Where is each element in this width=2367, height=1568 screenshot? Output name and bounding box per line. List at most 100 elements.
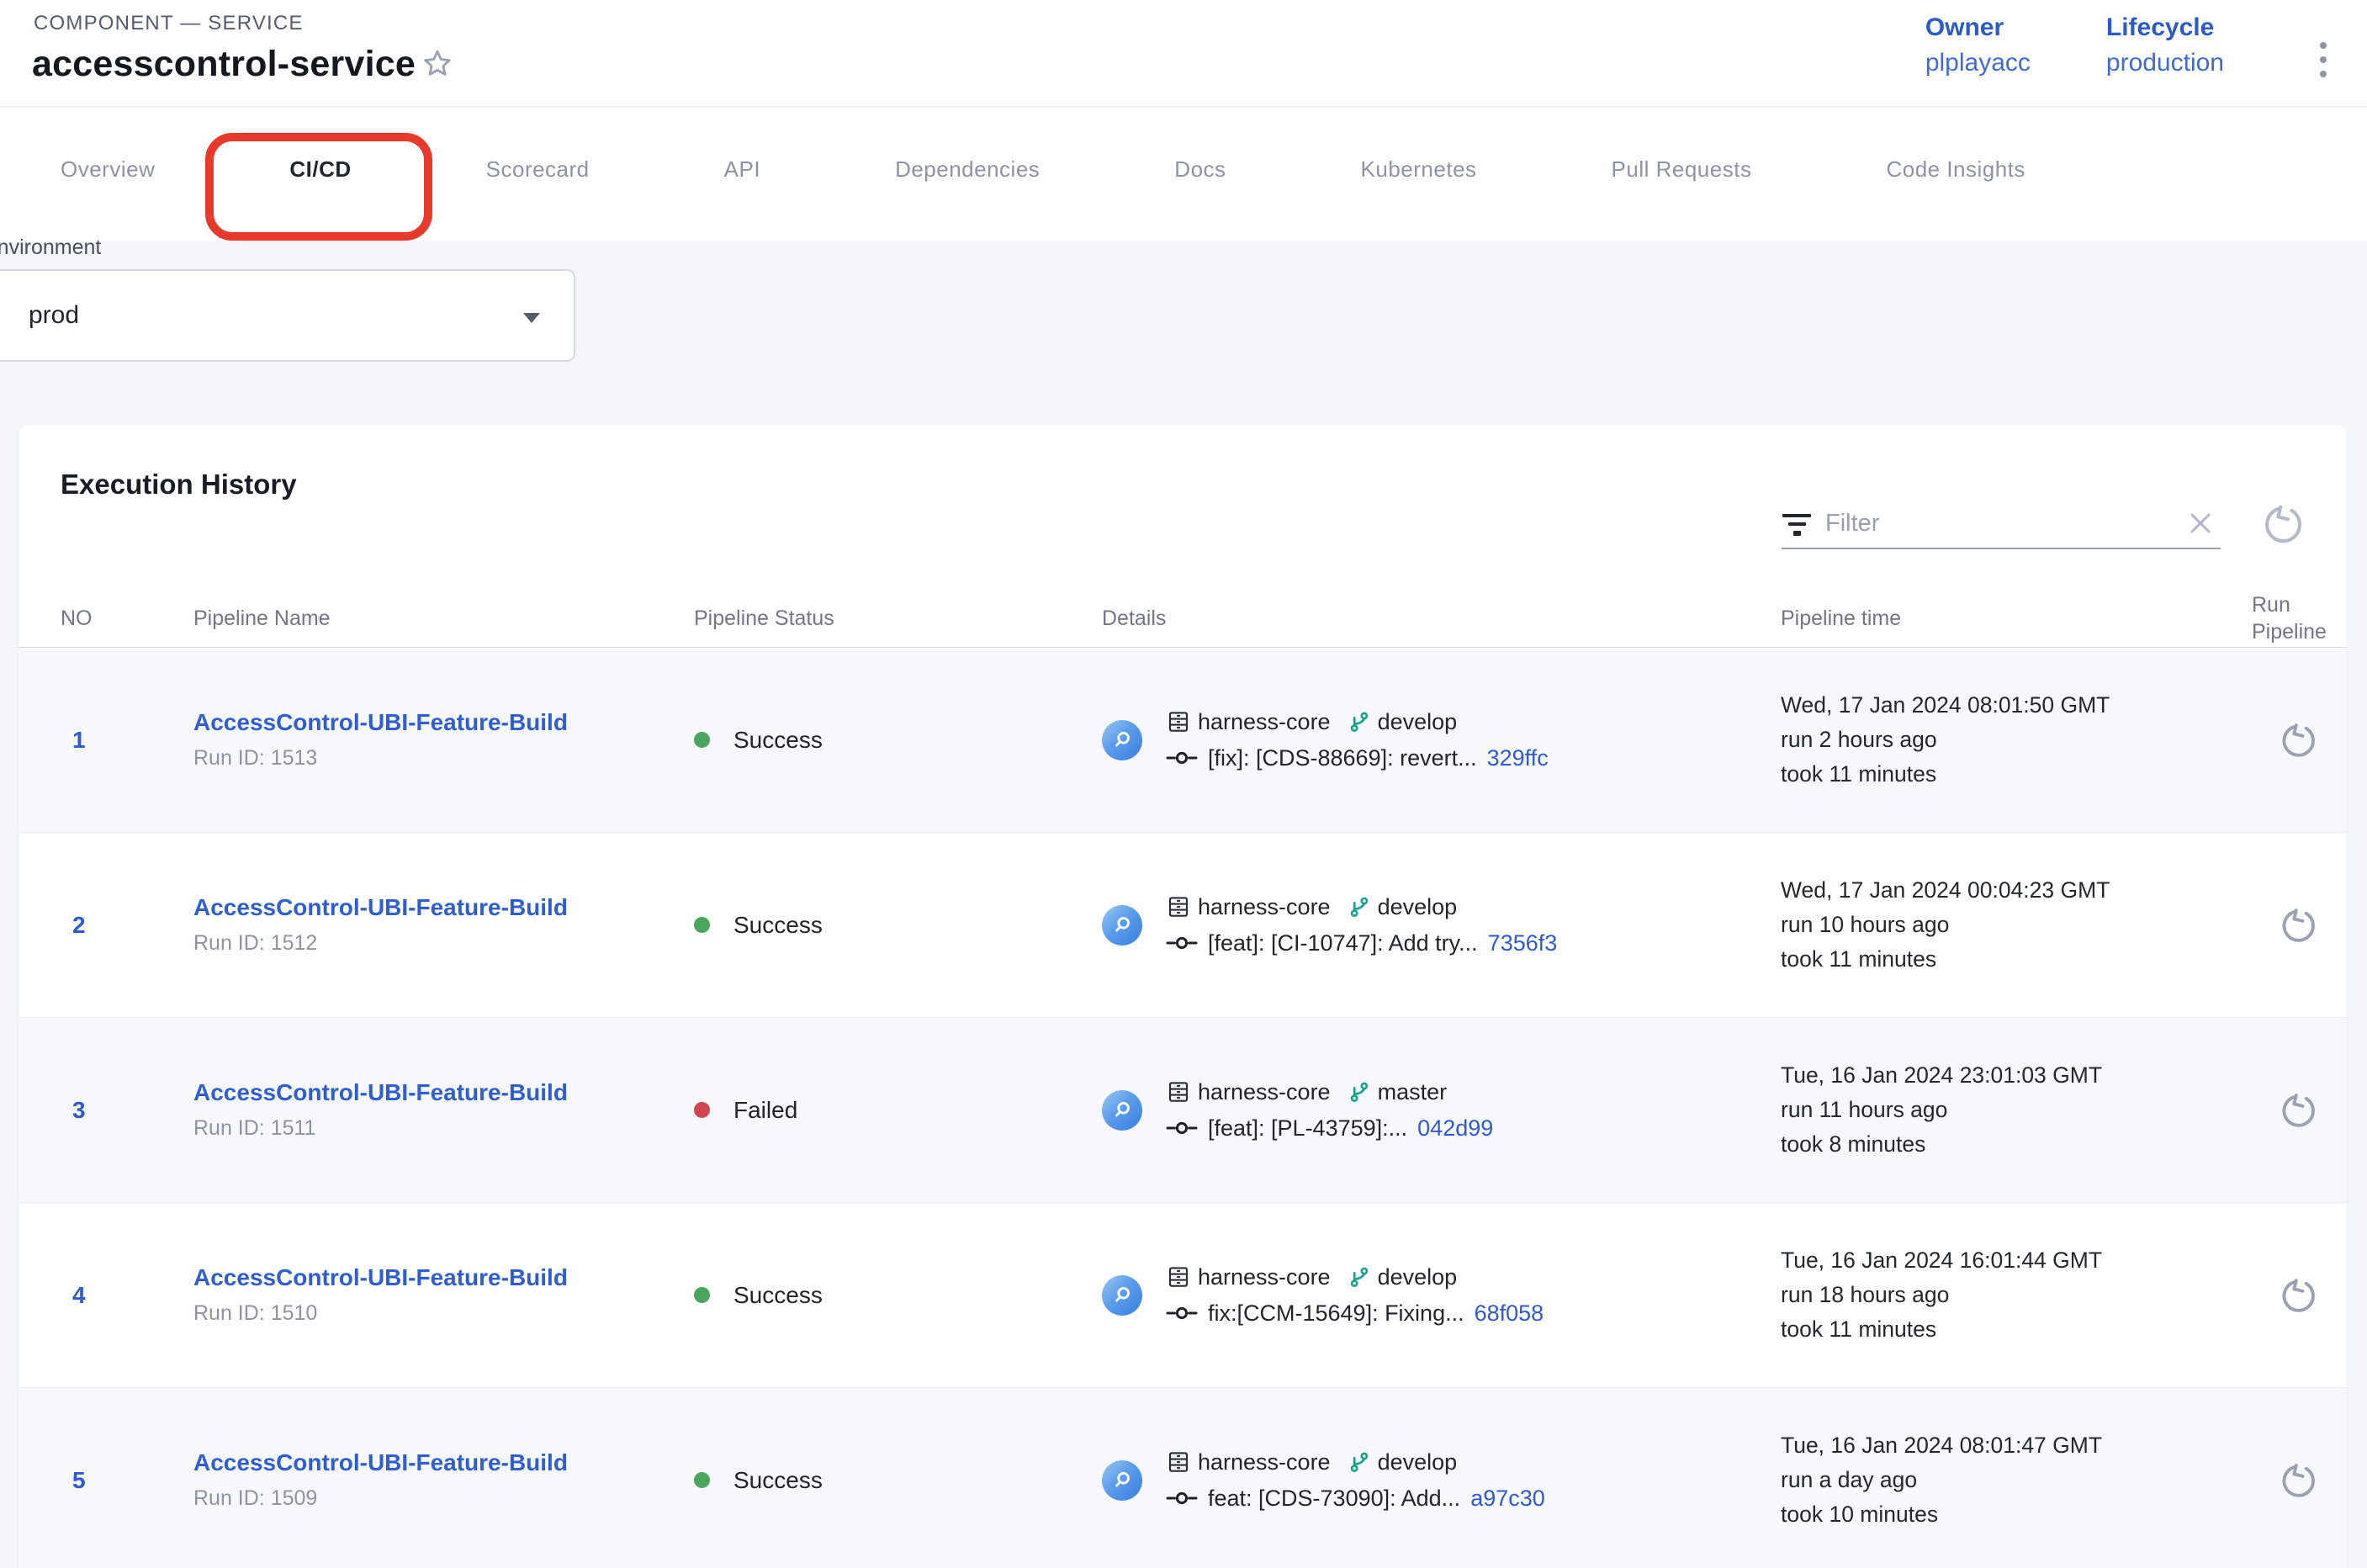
lifecycle-label: Lifecycle bbox=[2106, 13, 2224, 42]
pipeline-time-ago: run 2 hours ago bbox=[1781, 723, 2252, 757]
active-tab-underline bbox=[219, 233, 405, 238]
status-cell: Failed bbox=[694, 1097, 1102, 1124]
branch-icon bbox=[1348, 1265, 1371, 1289]
section-title: Execution History bbox=[61, 469, 297, 501]
status-dot bbox=[694, 1102, 710, 1118]
refresh-icon[interactable] bbox=[2263, 502, 2306, 546]
commit-message: fix:[CCM-15649]: Fixing... bbox=[1208, 1300, 1464, 1327]
status-cell: Success bbox=[694, 1282, 1102, 1309]
details-cell: harness-core develop bbox=[1102, 1264, 1781, 1327]
branch-name: master bbox=[1378, 1079, 1448, 1105]
commit-hash-link[interactable]: 68f058 bbox=[1475, 1300, 1544, 1327]
column-details: Details bbox=[1102, 605, 1781, 632]
tab-scorecard[interactable]: Scorecard bbox=[486, 156, 590, 183]
app-header: COMPONENT — SERVICE accesscontrol-servic… bbox=[0, 0, 2367, 107]
repository-icon bbox=[1166, 1079, 1191, 1104]
row-number: 2 bbox=[61, 912, 86, 938]
details-cell: harness-core develop bbox=[1102, 709, 1781, 771]
filter-funnel-icon bbox=[1782, 511, 1812, 536]
lifecycle-block: Lifecycle production bbox=[2106, 13, 2224, 77]
branch-icon bbox=[1348, 1080, 1371, 1104]
pipeline-time-date: Tue, 16 Jan 2024 08:01:47 GMT bbox=[1781, 1428, 2252, 1463]
pipeline-name-link[interactable]: AccessControl-UBI-Feature-Build bbox=[193, 1264, 694, 1291]
tab-dependencies[interactable]: Dependencies bbox=[895, 156, 1040, 183]
pipeline-time-cell: Tue, 16 Jan 2024 08:01:47 GMT run a day … bbox=[1781, 1428, 2252, 1532]
pipeline-name-link[interactable]: AccessControl-UBI-Feature-Build bbox=[193, 709, 694, 736]
pipeline-time-date: Tue, 16 Jan 2024 23:01:03 GMT bbox=[1781, 1058, 2252, 1093]
tab-api[interactable]: API bbox=[724, 156, 760, 183]
status-text: Success bbox=[733, 912, 823, 939]
status-cell: Success bbox=[694, 727, 1102, 754]
filter-box bbox=[1782, 499, 2221, 549]
pipeline-name-link[interactable]: AccessControl-UBI-Feature-Build bbox=[193, 1079, 694, 1106]
repo-name: harness-core bbox=[1198, 709, 1331, 735]
pipeline-time-ago: run 18 hours ago bbox=[1781, 1278, 2252, 1312]
branch-name: develop bbox=[1378, 894, 1458, 920]
table-row: 1 AccessControl-UBI-Feature-Build Run ID… bbox=[19, 648, 2347, 833]
tab-kubernetes[interactable]: Kubernetes bbox=[1361, 156, 1477, 183]
pipeline-time-ago: run a day ago bbox=[1781, 1463, 2252, 1497]
repo-name: harness-core bbox=[1198, 1449, 1331, 1475]
status-cell: Success bbox=[694, 1467, 1102, 1494]
header-meta: Owner plplayacc Lifecycle production bbox=[1925, 13, 2224, 77]
table-row: 2 AccessControl-UBI-Feature-Build Run ID… bbox=[19, 833, 2347, 1018]
environment-select[interactable]: prod bbox=[0, 269, 575, 362]
run-pipeline-button[interactable] bbox=[2280, 721, 2319, 760]
filter-input[interactable] bbox=[1825, 510, 2184, 538]
pipeline-execution-icon[interactable] bbox=[1102, 1090, 1142, 1131]
branch-icon bbox=[1348, 895, 1371, 919]
environment-selected-value: prod bbox=[29, 301, 79, 330]
run-pipeline-button[interactable] bbox=[2280, 1091, 2319, 1130]
owner-link[interactable]: plplayacc bbox=[1925, 49, 2031, 77]
status-dot bbox=[694, 1287, 710, 1303]
commit-icon bbox=[1166, 1487, 1198, 1509]
branch-icon bbox=[1348, 1450, 1371, 1474]
more-options-kebab-icon[interactable] bbox=[2313, 35, 2333, 84]
commit-hash-link[interactable]: 329ffc bbox=[1487, 745, 1549, 771]
branch-name: develop bbox=[1378, 709, 1458, 735]
commit-icon bbox=[1166, 747, 1198, 769]
tab-code-insights[interactable]: Code Insights bbox=[1886, 156, 2025, 183]
lifecycle-link[interactable]: production bbox=[2106, 49, 2224, 77]
run-id: Run ID: 1513 bbox=[193, 746, 694, 771]
commit-hash-link[interactable]: 042d99 bbox=[1417, 1115, 1493, 1142]
pipeline-name-link[interactable]: AccessControl-UBI-Feature-Build bbox=[193, 1449, 694, 1476]
pipeline-time-date: Wed, 17 Jan 2024 08:01:50 GMT bbox=[1781, 688, 2252, 723]
commit-icon bbox=[1166, 932, 1198, 954]
commit-hash-link[interactable]: 7356f3 bbox=[1488, 930, 1558, 956]
tab-bar: Overview CI/CD Scorecard API Dependencie… bbox=[0, 108, 2367, 241]
repository-icon bbox=[1166, 1449, 1191, 1475]
repository-icon bbox=[1166, 1264, 1191, 1290]
owner-block: Owner plplayacc bbox=[1925, 13, 2031, 77]
table-header: NO Pipeline Name Pipeline Status Details… bbox=[19, 589, 2347, 648]
pipeline-time-cell: Wed, 17 Jan 2024 00:04:23 GMT run 10 hou… bbox=[1781, 873, 2252, 977]
tab-docs[interactable]: Docs bbox=[1174, 156, 1226, 183]
pipeline-execution-icon[interactable] bbox=[1102, 720, 1142, 760]
tab-overview[interactable]: Overview bbox=[61, 156, 155, 183]
table-row: 4 AccessControl-UBI-Feature-Build Run ID… bbox=[19, 1203, 2347, 1388]
pipeline-execution-icon[interactable] bbox=[1102, 905, 1142, 946]
column-pipeline-status: Pipeline Status bbox=[694, 605, 1102, 632]
pipeline-execution-icon[interactable] bbox=[1102, 1460, 1142, 1501]
run-pipeline-button[interactable] bbox=[2280, 1461, 2319, 1500]
run-pipeline-button[interactable] bbox=[2280, 1276, 2319, 1315]
column-no: NO bbox=[61, 605, 193, 632]
tab-cicd[interactable]: CI/CD bbox=[289, 156, 351, 182]
pipeline-time-ago: run 10 hours ago bbox=[1781, 908, 2252, 942]
branch-name: develop bbox=[1378, 1449, 1458, 1475]
row-number: 3 bbox=[61, 1097, 86, 1123]
commit-message: [fix]: [CDS-88669]: revert... bbox=[1208, 745, 1477, 771]
status-text: Success bbox=[733, 1282, 823, 1309]
tab-pull-requests[interactable]: Pull Requests bbox=[1612, 156, 1752, 183]
run-pipeline-button[interactable] bbox=[2280, 906, 2319, 945]
commit-message: [feat]: [PL-43759]:... bbox=[1208, 1115, 1407, 1142]
pipeline-time-took: took 10 minutes bbox=[1781, 1497, 2252, 1532]
pipeline-execution-icon[interactable] bbox=[1102, 1275, 1142, 1316]
pipeline-name-link[interactable]: AccessControl-UBI-Feature-Build bbox=[193, 894, 694, 921]
clear-filter-icon[interactable] bbox=[2184, 506, 2217, 540]
favorite-star-icon[interactable] bbox=[421, 47, 454, 81]
commit-hash-link[interactable]: a97c30 bbox=[1470, 1486, 1545, 1512]
pipeline-time-ago: run 11 hours ago bbox=[1781, 1093, 2252, 1127]
column-run-pipeline: Run Pipeline bbox=[2252, 591, 2347, 645]
chevron-down-icon bbox=[523, 313, 540, 323]
